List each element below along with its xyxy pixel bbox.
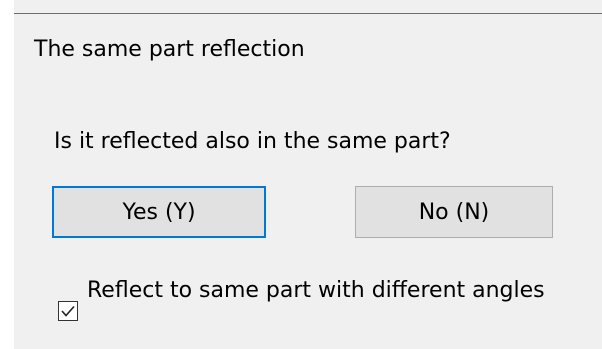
dialog-title: The same part reflection (34, 37, 305, 62)
reflect-different-angles-checkbox[interactable] (58, 301, 78, 321)
window-top-border (14, 13, 602, 14)
window-edge (0, 0, 14, 349)
same-part-reflection-dialog: The same part reflection Is it reflected… (0, 0, 602, 349)
check-icon (61, 305, 75, 317)
no-button[interactable]: No (N) (355, 186, 553, 238)
reflect-different-angles-label[interactable]: Reflect to same part with different angl… (87, 278, 547, 303)
dialog-question: Is it reflected also in the same part? (54, 129, 451, 154)
reflect-different-angles-option[interactable]: Reflect to same part with different angl… (58, 278, 547, 321)
yes-button[interactable]: Yes (Y) (52, 186, 266, 238)
